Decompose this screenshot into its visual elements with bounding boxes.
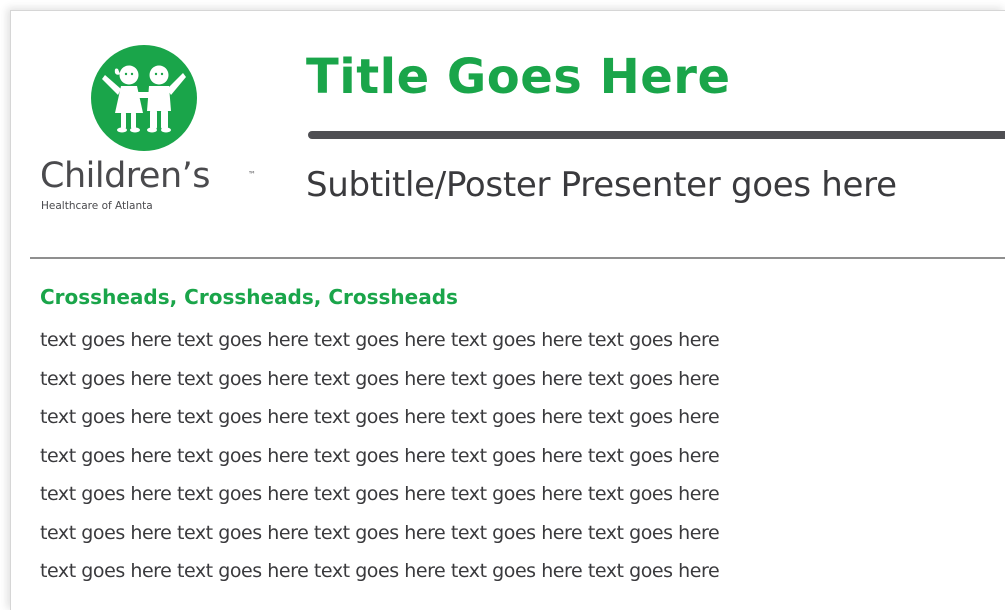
body-text-block: text goes here text goes here text goes … [40, 321, 940, 591]
body-text-line: text goes here text goes here text goes … [40, 560, 720, 582]
title-divider [308, 131, 1005, 139]
body-text-line: text goes here text goes here text goes … [40, 406, 720, 428]
body-text-line: text goes here text goes here text goes … [40, 444, 720, 467]
logo-tagline: Healthcare of Atlanta [41, 200, 153, 212]
children-holding-hands-icon [91, 45, 197, 151]
page-title: Title Goes Here [306, 49, 731, 105]
body-text-line: text goes here text goes here text goes … [40, 483, 720, 505]
crosshead-heading: Crossheads, Crossheads, Crossheads [40, 285, 458, 309]
section-divider [30, 257, 1005, 259]
body-text-line: text goes here text goes here text goes … [40, 329, 720, 351]
page-subtitle: Subtitle/Poster Presenter goes here [306, 165, 897, 205]
body-text-line: text goes here text goes here text goes … [40, 521, 720, 544]
logo-trademark: ™ [248, 170, 256, 179]
body-text-line: text goes here text goes here text goes … [40, 367, 720, 390]
poster-page: Children’s ™ Healthcare of Atlanta Title… [0, 0, 1005, 610]
logo-wordmark: Children’s [40, 156, 210, 196]
